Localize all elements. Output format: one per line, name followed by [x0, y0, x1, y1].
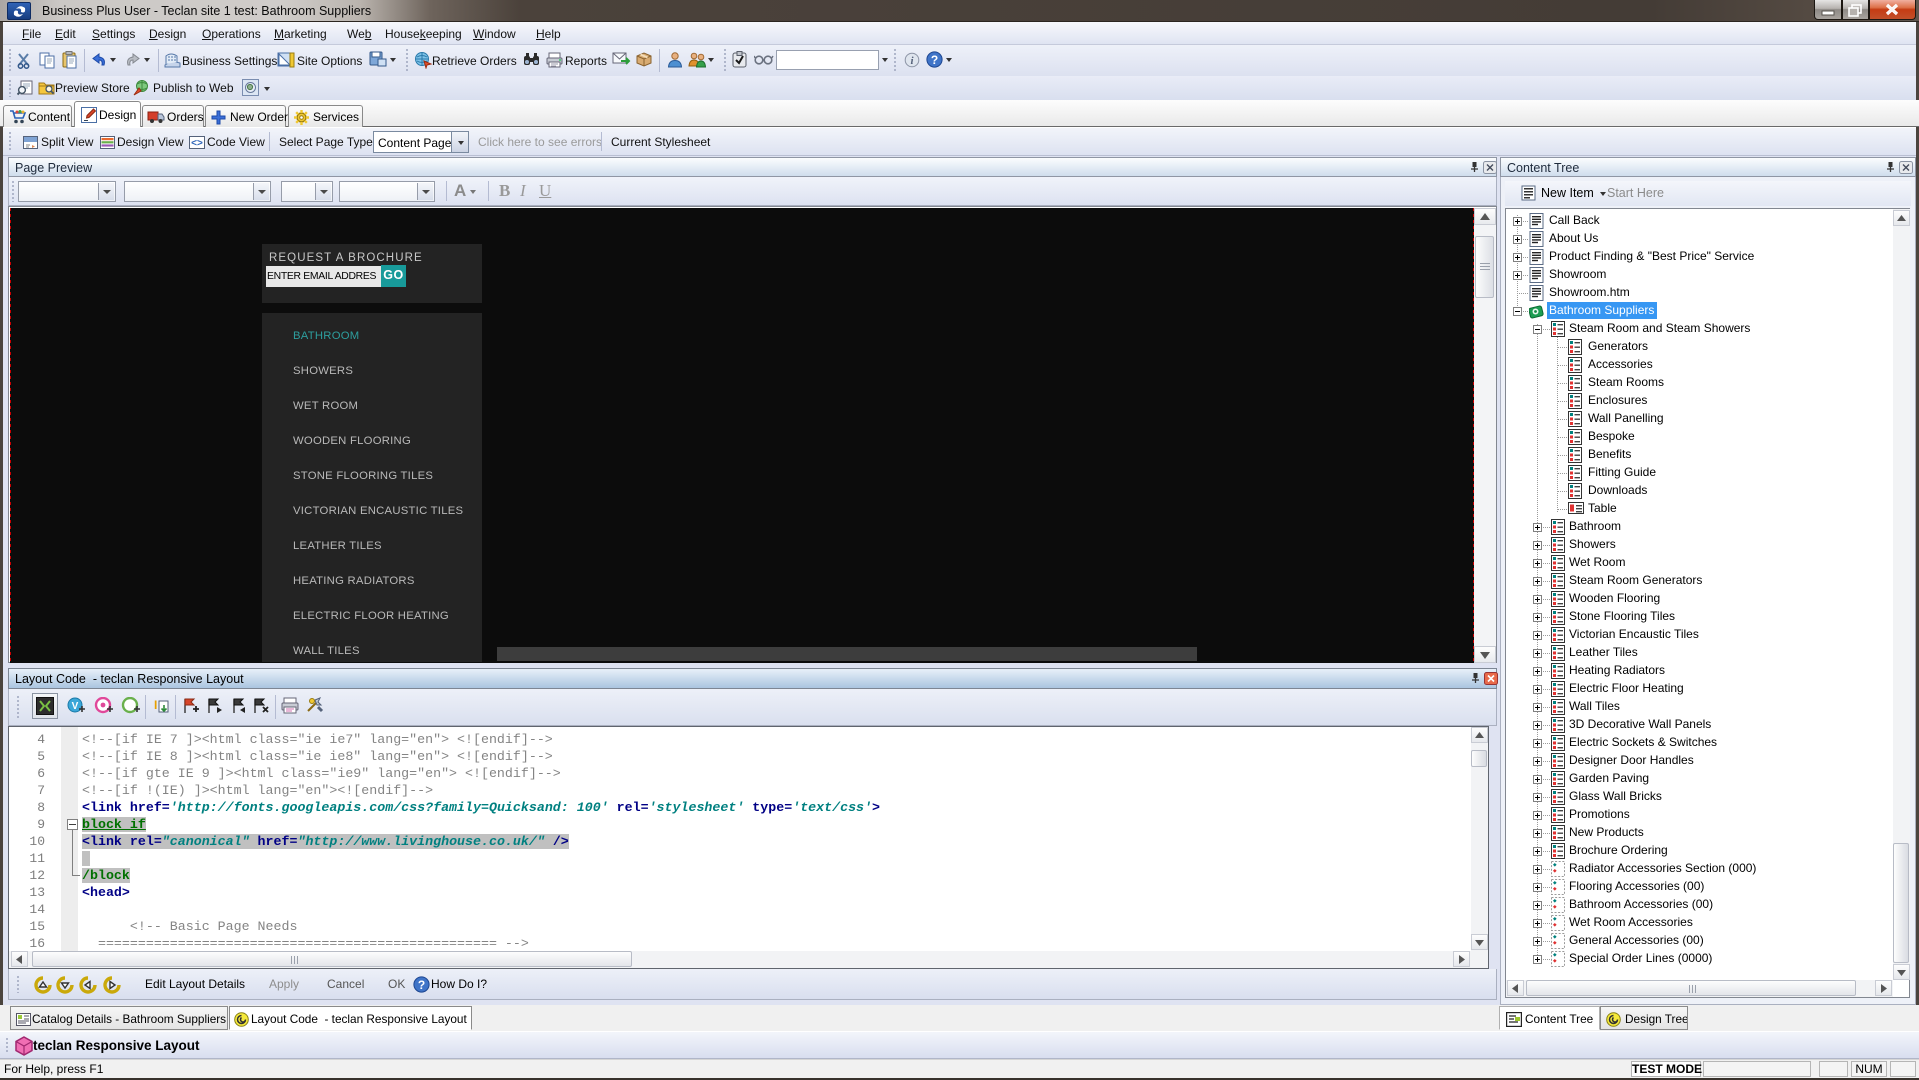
svg-text:<>: <>: [191, 138, 203, 149]
svg-text:?: ?: [418, 978, 425, 992]
svg-text:I: I: [154, 698, 157, 712]
svg-text:?: ?: [931, 53, 938, 67]
svg-text:V: V: [72, 701, 79, 712]
